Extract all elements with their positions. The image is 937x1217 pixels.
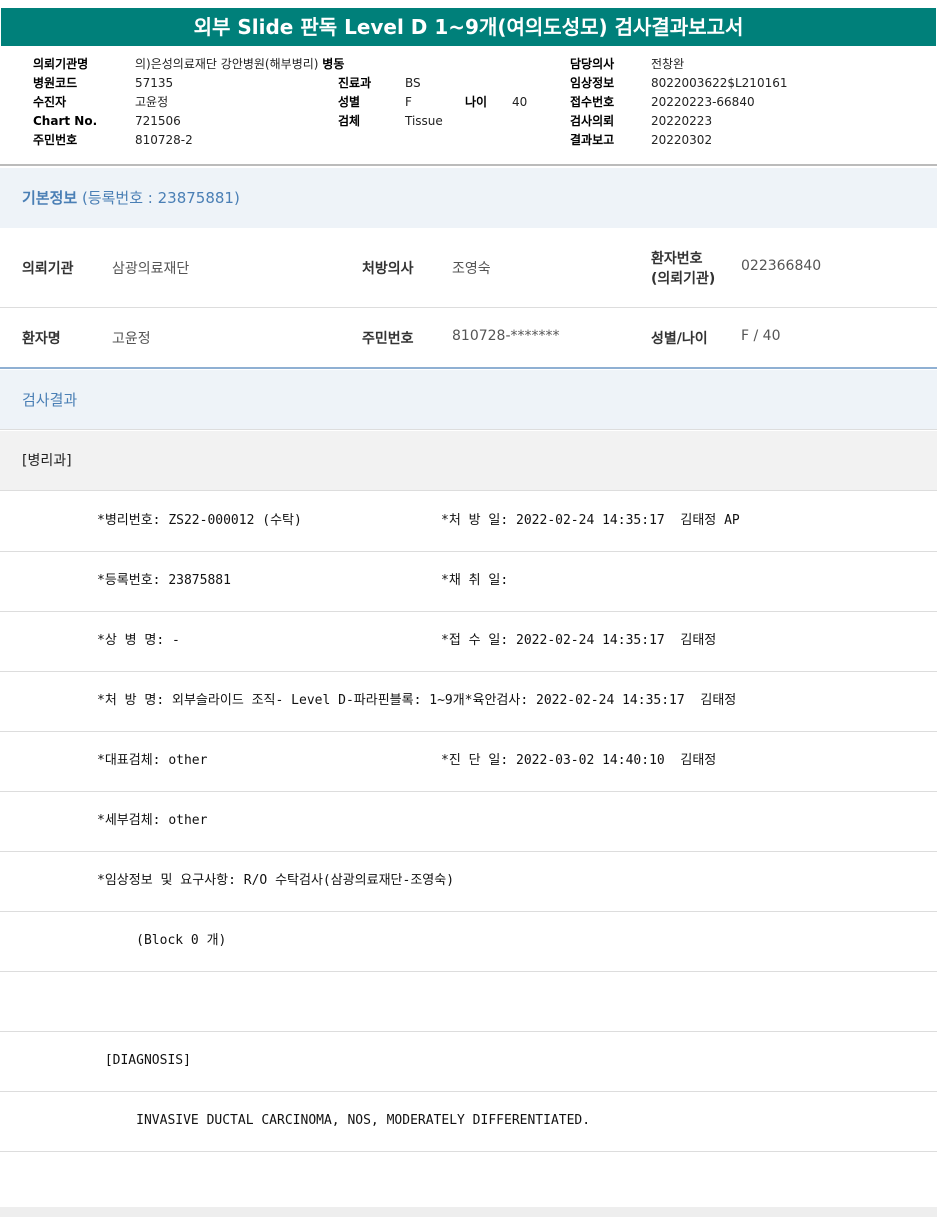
label: 성별/나이 xyxy=(651,331,708,347)
label: 결과보고 xyxy=(570,133,615,147)
value: Tissue xyxy=(405,114,443,128)
value: 20220223 xyxy=(651,114,713,128)
result-right: *처 방 일: 2022-02-24 14:35:17 김태정 AP xyxy=(441,513,740,528)
value: 810728-2 xyxy=(135,133,193,147)
value: 삼광의료재단 xyxy=(112,261,190,277)
result-right: *접 수 일: 2022-02-24 14:35:17 김태정 xyxy=(441,633,717,648)
divider xyxy=(0,164,937,166)
result-row: *병리번호: ZS22-000012 (수탁) *처 방 일: 2022-02-2… xyxy=(0,492,937,552)
result-row: *상 병 명: - *접 수 일: 2022-02-24 14:35:17 김태정 xyxy=(0,612,937,672)
value: 조영숙 xyxy=(452,261,491,277)
section-title: 검사결과 xyxy=(22,391,78,409)
value: 고윤정 xyxy=(112,331,151,347)
result-left: *대표검체: other xyxy=(97,753,208,768)
result-row: *세부검체: other xyxy=(0,792,937,852)
result-left: *세부검체: other xyxy=(97,813,208,828)
label: 나이 xyxy=(465,95,488,109)
label: Chart No. xyxy=(33,114,98,128)
value: 20220302 xyxy=(651,133,713,147)
value: 8022003622$L210161 xyxy=(651,76,788,90)
result-row: (Block 0 개) xyxy=(0,912,937,972)
result-right: *진 단 일: 2022-03-02 14:40:10 김태정 xyxy=(441,753,717,768)
footer-bar xyxy=(0,1207,937,1217)
result-left: (Block 0 개) xyxy=(97,933,227,948)
label: 처방의사 xyxy=(362,261,414,277)
result-left: *등록번호: 23875881 xyxy=(97,573,231,588)
result-left: INVASIVE DUCTAL CARCINOMA, NOS, MODERATE… xyxy=(97,1113,591,1128)
section-title: 기본정보 xyxy=(22,189,78,207)
value: 의)은성의료재단 강안병원(해부병리) xyxy=(135,57,319,71)
result-left: *임상정보 및 요구사항: R/O 수탁검사(삼광의료재단-조영숙) xyxy=(97,873,455,888)
label: 환자명 xyxy=(22,331,61,347)
result-header: 검사결과 xyxy=(0,370,937,430)
label: 주민번호 xyxy=(362,331,414,347)
label: 주민번호 xyxy=(33,133,78,147)
value: 810728-******* xyxy=(452,328,560,344)
result-left: *병리번호: ZS22-000012 (수탁) xyxy=(97,513,302,528)
value: 022366840 xyxy=(741,258,822,274)
value: 721506 xyxy=(135,114,181,128)
header-mid: 진료과 BS 성별 F 나이 40 검체 Tissue xyxy=(338,74,527,131)
value: 고윤정 xyxy=(135,95,169,109)
label: 접수번호 xyxy=(570,95,615,109)
value: F xyxy=(405,95,412,109)
result-row: INVASIVE DUCTAL CARCINOMA, NOS, MODERATE… xyxy=(0,1092,937,1152)
value: 57135 xyxy=(135,76,174,90)
basic-info-header: 기본정보 (등록번호 : 23875881) xyxy=(0,168,937,228)
label: 진료과 xyxy=(338,76,372,90)
label: 수진자 xyxy=(33,95,67,109)
department-label: [병리과] xyxy=(0,431,937,491)
value: BS xyxy=(405,76,421,90)
header-right: 담당의사 전창완 임상정보 8022003622$L210161 접수번호 20220… xyxy=(570,55,787,150)
label: 임상정보 xyxy=(570,76,615,90)
label: 의뢰기관명 xyxy=(33,57,89,71)
value: F / 40 xyxy=(741,328,781,344)
label: 성별 xyxy=(338,95,361,109)
value: 전창완 xyxy=(651,57,685,71)
result-left: [DIAGNOSIS] xyxy=(97,1053,191,1068)
label: 병동 xyxy=(322,57,345,71)
label: 검사의뢰 xyxy=(570,114,615,128)
report-title: 외부 Slide 판독 Level D 1~9개(여의도성모) 검사결과보고서 xyxy=(1,8,936,46)
header-left: 의뢰기관명 의)은성의료재단 강안병원(해부병리) 병동 병원코드 57135 수진… xyxy=(33,55,344,150)
result-row xyxy=(0,1152,937,1212)
label: 병원코드 xyxy=(33,76,78,90)
result-row: *등록번호: 23875881 *채 취 일: xyxy=(0,552,937,612)
divider xyxy=(0,367,937,369)
label: 검체 xyxy=(338,114,361,128)
result-row: *대표검체: other *진 단 일: 2022-03-02 14:40:10 … xyxy=(0,732,937,792)
result-left: *상 병 명: - xyxy=(97,633,180,648)
result-row: [DIAGNOSIS] xyxy=(0,1032,937,1092)
basic-info-row: 의뢰기관 삼광의료재단 처방의사 조영숙 환자번호 (의뢰기관) 0223668… xyxy=(0,228,937,308)
result-left: *처 방 명: 외부슬라이드 조직- Level D-파라핀블록: 1~9개*육… xyxy=(97,693,737,708)
label: 의뢰기관 xyxy=(22,261,74,277)
value: 40 xyxy=(512,95,528,109)
label: (의뢰기관) xyxy=(651,271,716,287)
result-row xyxy=(0,972,937,1032)
registration-number: (등록번호 : 23875881) xyxy=(81,189,240,207)
result-row: *처 방 명: 외부슬라이드 조직- Level D-파라핀블록: 1~9개*육… xyxy=(0,672,937,732)
label: 담당의사 xyxy=(570,57,615,71)
result-right: *채 취 일: xyxy=(441,573,509,588)
basic-info-row: 환자명 고윤정 주민번호 810728-******* 성별/나이 F / 40 xyxy=(0,308,937,367)
result-row: *임상정보 및 요구사항: R/O 수탁검사(삼광의료재단-조영숙) xyxy=(0,852,937,912)
label: 환자번호 xyxy=(651,251,703,267)
value: 20220223-66840 xyxy=(651,95,755,109)
